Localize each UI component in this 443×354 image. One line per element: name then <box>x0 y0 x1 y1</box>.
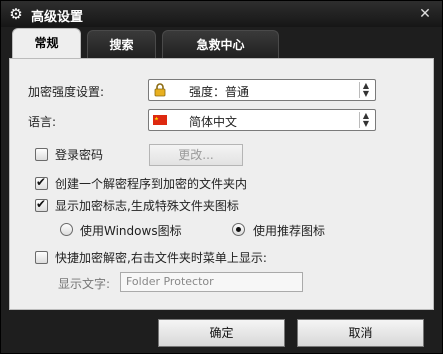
close-button[interactable]: ✕ <box>416 5 434 23</box>
general-panel: 加密强度设置: 强度：普通 ▲ ▼ 语言: 简体中文 ▲ ▼ 登录密码 更改... … <box>9 58 434 310</box>
show-encryption-mark-checkbox[interactable] <box>35 197 48 212</box>
cancel-button[interactable]: 取消 <box>297 319 424 347</box>
language-value: 简体中文 <box>189 115 238 129</box>
login-password-checkbox[interactable] <box>35 148 48 161</box>
windows-icon-label: 使用Windows图标 <box>80 224 182 238</box>
china-flag-icon <box>153 115 167 125</box>
encryption-strength-value: 强度：普通 <box>189 85 250 99</box>
language-select[interactable]: 简体中文 ▲ ▼ <box>148 109 376 131</box>
updown-arrow-icon: ▲ ▼ <box>359 112 372 128</box>
title-bar[interactable]: ⚙ 高级设置 ✕ <box>1 1 442 27</box>
display-text-label: 显示文字: <box>58 277 111 291</box>
lock-icon <box>154 83 166 97</box>
gear-icon: ⚙ <box>9 5 23 23</box>
settings-window: ⚙ 高级设置 ✕ 常规 搜索 急救中心 加密强度设置: 强度：普通 ▲ ▼ 语言:… <box>0 0 443 354</box>
change-password-button[interactable]: 更改... <box>149 144 243 166</box>
quick-menu-label: 快捷加密解密,右击文件夹时菜单上显示: <box>55 251 267 265</box>
encryption-strength-select[interactable]: 强度：普通 ▲ ▼ <box>148 79 376 101</box>
tab-general[interactable]: 常规 <box>12 28 81 59</box>
login-password-label: 登录密码 <box>55 148 104 162</box>
window-title: 高级设置 <box>31 10 84 25</box>
ok-button[interactable]: 确定 <box>158 319 285 347</box>
display-text-field[interactable]: Folder Protector <box>120 272 303 292</box>
windows-icon-radio[interactable] <box>60 223 73 236</box>
recommended-icon-radio[interactable] <box>232 223 245 236</box>
recommended-icon-label: 使用推荐图标 <box>253 224 326 238</box>
updown-arrow-icon: ▲ ▼ <box>359 82 372 98</box>
encryption-strength-label: 加密强度设置: <box>28 85 105 99</box>
quick-menu-checkbox[interactable] <box>35 251 48 264</box>
tab-search[interactable]: 搜索 <box>87 30 156 58</box>
tab-rescue-center[interactable]: 急救中心 <box>162 30 279 58</box>
create-decryptor-label: 创建一个解密程序到加密的文件夹内 <box>55 177 248 191</box>
dialog-footer: 确定 取消 <box>9 310 434 348</box>
show-encryption-mark-label: 显示加密标志,生成特殊文件夹图标 <box>55 199 239 213</box>
create-decryptor-checkbox[interactable] <box>35 175 48 190</box>
language-label: 语言: <box>28 115 57 129</box>
